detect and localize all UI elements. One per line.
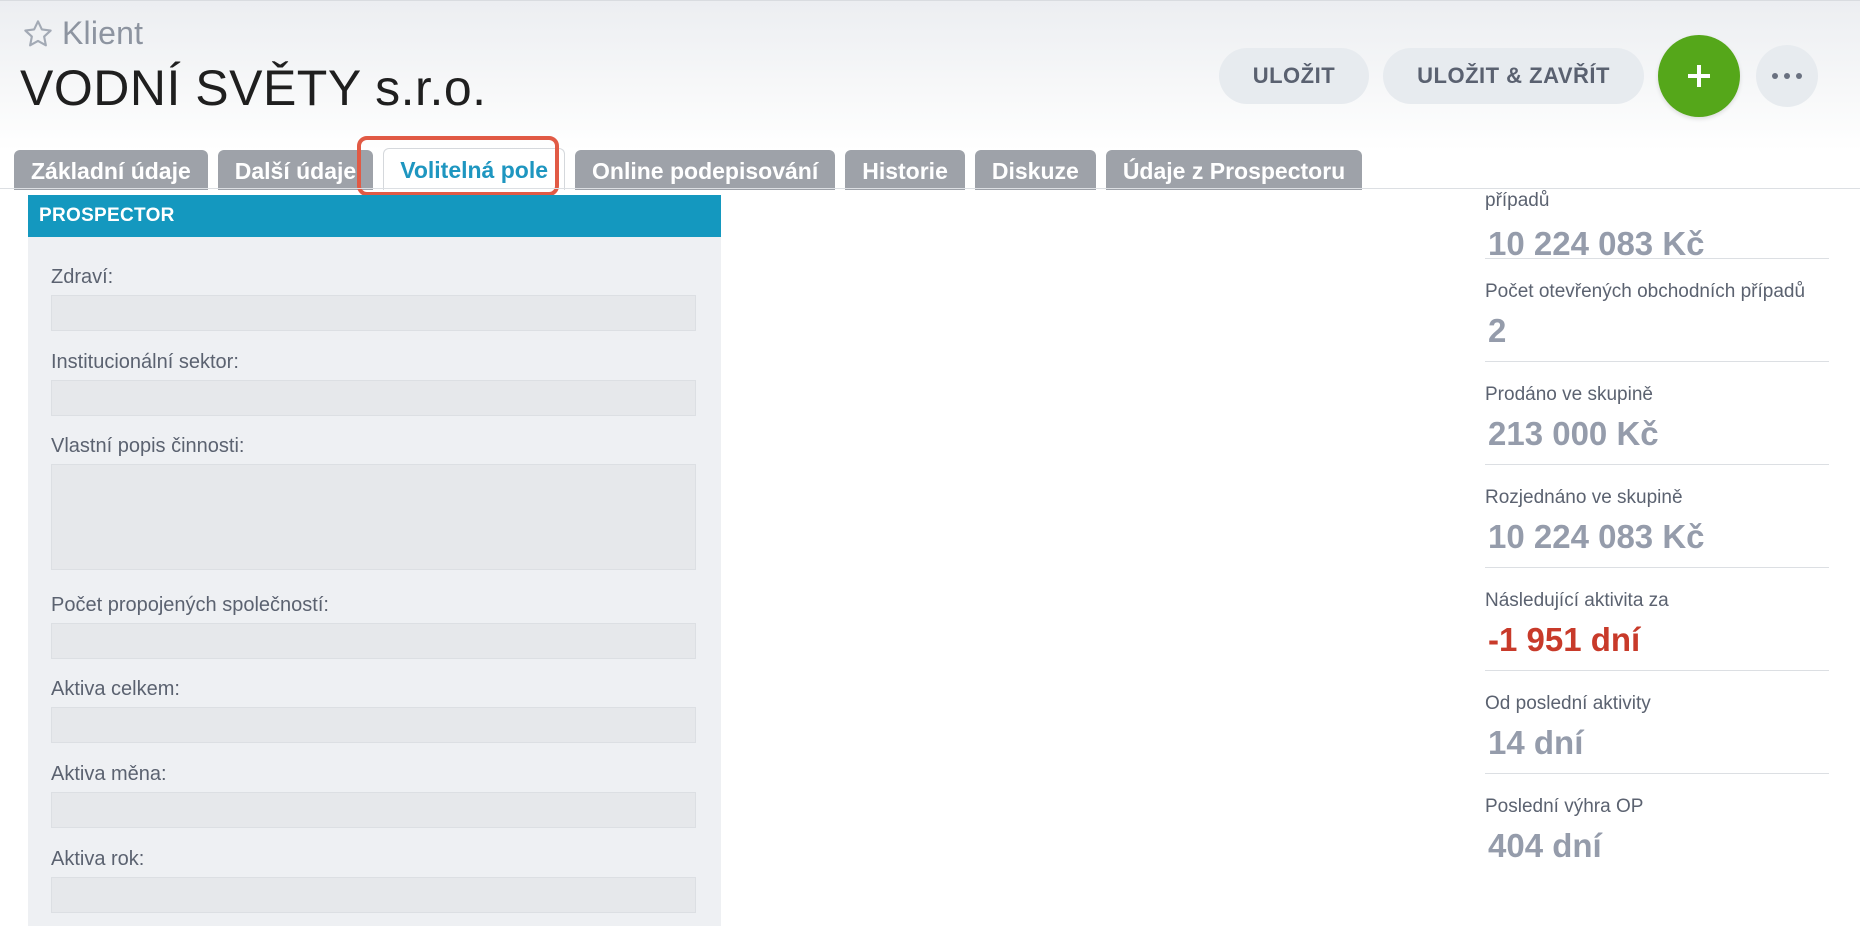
stat-label: případů — [1485, 190, 1550, 211]
stat-label: Počet otevřených obchodních případů — [1485, 281, 1806, 302]
assets-year-field[interactable] — [51, 877, 696, 913]
stat-item: Poslední výhra OP 404 dní — [1485, 774, 1829, 876]
stat-item: Počet otevřených obchodních případů 2 — [1485, 259, 1829, 362]
save-button[interactable]: ULOŽIT — [1218, 48, 1370, 104]
save-and-close-button[interactable]: ULOŽIT & ZAVŘÍT — [1383, 48, 1644, 104]
more-actions-button[interactable] — [1756, 45, 1818, 107]
stat-item: Následující aktivita za -1 951 dní — [1485, 568, 1829, 671]
stat-item: Rozjednáno ve skupině 10 224 083 Kč — [1485, 465, 1829, 568]
stat-value: 213 000 Kč — [1488, 415, 1659, 452]
tab-diskuze[interactable]: Diskuze — [974, 150, 1096, 190]
institutional-sector-field[interactable] — [51, 380, 696, 416]
stat-item: Od poslední aktivity 14 dní — [1485, 671, 1829, 774]
stat-value: 10 224 083 Kč — [1488, 518, 1705, 555]
stat-item: Prodáno ve skupině 213 000 Kč — [1485, 362, 1829, 465]
header-actions: ULOŽIT ULOŽIT & ZAVŘÍT — [1218, 35, 1818, 117]
activity-description-label: Vlastní popis činnosti: — [51, 435, 245, 457]
prospector-panel: PROSPECTOR Zdraví: Institucionální sekto… — [28, 195, 721, 926]
stats-sidebar: případů 10 224 083 Kč Počet otevřených o… — [1485, 170, 1829, 876]
stat-value: 10 224 083 Kč — [1488, 225, 1705, 262]
tab-volitelna-pole[interactable]: Volitelná pole — [383, 148, 566, 190]
plus-icon — [1688, 65, 1710, 87]
assets-currency-field[interactable] — [51, 792, 696, 828]
health-field[interactable] — [51, 295, 696, 331]
add-button[interactable] — [1658, 35, 1740, 117]
entity-type-line: Klient — [22, 15, 143, 52]
tab-bar: Základní údaje Další údaje Volitelná pol… — [14, 148, 1372, 190]
total-assets-label: Aktiva celkem: — [51, 678, 180, 700]
page-title: VODNÍ SVĚTY s.r.o. — [20, 60, 487, 116]
stat-value-negative: -1 951 dní — [1488, 621, 1641, 658]
tab-zakladni-udaje[interactable]: Základní údaje — [14, 150, 208, 190]
star-icon[interactable] — [22, 18, 54, 50]
stat-item: případů 10 224 083 Kč — [1485, 170, 1829, 262]
stat-value: 2 — [1488, 312, 1507, 349]
stat-label: Od poslední aktivity — [1485, 693, 1651, 714]
tab-udaje-z-prospectoru[interactable]: Údaje z Prospectoru — [1105, 150, 1363, 190]
stat-value: 404 dní — [1488, 827, 1602, 864]
entity-type-label: Klient — [62, 15, 144, 51]
tab-dalsi-udaje[interactable]: Další údaje — [217, 150, 374, 190]
stat-value: 14 dní — [1488, 724, 1584, 761]
linked-companies-label: Počet propojených společností: — [51, 594, 329, 616]
assets-year-label: Aktiva rok: — [51, 848, 145, 870]
tab-online-podepisovani[interactable]: Online podepisování — [575, 150, 836, 190]
stat-label: Rozjednáno ve skupině — [1485, 487, 1683, 508]
stat-label: Prodáno ve skupině — [1485, 384, 1653, 405]
institutional-sector-label: Institucionální sektor: — [51, 351, 239, 373]
linked-companies-field[interactable] — [51, 623, 696, 659]
tab-historie[interactable]: Historie — [845, 150, 965, 190]
panel-title: PROSPECTOR — [28, 195, 721, 237]
assets-currency-label: Aktiva měna: — [51, 763, 167, 785]
stat-label: Poslední výhra OP — [1485, 796, 1644, 817]
activity-description-field[interactable] — [51, 464, 696, 570]
more-icon — [1772, 73, 1802, 79]
health-label: Zdraví: — [51, 266, 114, 288]
stat-label: Následující aktivita za — [1485, 590, 1669, 611]
total-assets-field[interactable] — [51, 707, 696, 743]
